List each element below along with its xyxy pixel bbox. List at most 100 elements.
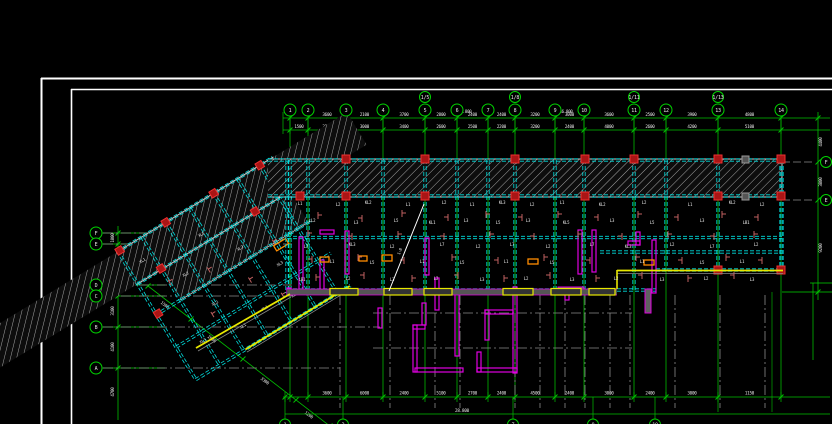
svg-text:6000: 6000 [360,391,370,396]
svg-text:L3: L3 [750,277,755,282]
svg-text:2100: 2100 [360,112,370,117]
svg-text:L5: L5 [496,220,501,225]
svg-text:L1: L1 [688,202,693,207]
svg-text:8: 8 [514,108,517,114]
svg-text:4: 4 [382,108,385,114]
svg-text:1/11: 1/11 [628,95,639,101]
svg-text:L3: L3 [700,218,705,223]
svg-text:L1: L1 [420,259,425,264]
svg-text:KL5: KL5 [563,220,570,225]
svg-text:1/13: 1/13 [712,95,723,101]
svg-text:7: 7 [487,108,490,114]
svg-text:2: 2 [307,108,310,114]
axis-bubble: 8 [508,103,522,117]
svg-text:L3: L3 [480,277,485,282]
svg-text:XL3: XL3 [276,259,285,267]
svg-text:KL2: KL2 [729,200,736,205]
svg-text:L3: L3 [526,218,531,223]
axis-bubble: 3 [337,418,349,424]
svg-text:9200: 9200 [818,243,823,253]
walls [286,229,657,374]
svg-text:L2: L2 [670,242,675,247]
svg-text:L3: L3 [570,277,575,282]
svg-text:L7: L7 [590,242,595,247]
svg-text:2400: 2400 [399,391,409,396]
svg-text:L2: L2 [642,200,647,205]
svg-text:L1: L1 [298,201,303,206]
cad-model-space[interactable]: 4100310041004700100015002600330012001500… [0,0,832,424]
svg-text:KL1: KL1 [429,220,436,225]
svg-text:2800: 2800 [436,112,446,117]
svg-text:1:8: 1:8 [396,247,403,256]
svg-text:3000: 3000 [604,391,614,396]
axis-bubble: 12 [659,103,673,117]
svg-text:L1: L1 [470,202,475,207]
svg-text:C: C [95,294,98,300]
axis-bubble: 1 [283,103,297,117]
svg-text:L3: L3 [464,218,469,223]
svg-text:F: F [95,231,98,237]
axis-bubble: 1 [279,418,291,424]
svg-text:5: 5 [424,108,427,114]
axis-bubble: 4 [376,103,390,117]
svg-text:L5: L5 [550,260,555,265]
svg-text:13: 13 [715,108,721,114]
svg-text:3100: 3100 [110,306,115,316]
svg-text:KL2: KL2 [365,200,372,205]
svg-text:1500: 1500 [294,124,304,129]
svg-text:4500: 4500 [530,391,540,396]
svg-text:L3: L3 [354,220,359,225]
svg-text:B: B [95,325,98,331]
svg-text:2500: 2500 [468,124,478,129]
svg-text:D: D [95,283,98,289]
svg-text:L1: L1 [406,202,411,207]
svg-text:1/8: 1/8 [511,95,520,101]
axis-bubble: 10 [649,418,661,424]
svg-text:L2: L2 [754,242,759,247]
svg-text:L7: L7 [710,244,715,249]
svg-text:L5: L5 [650,220,655,225]
axis-bubble: E [89,237,103,251]
axis-bubble: 1/5 [419,91,431,103]
svg-text:2400: 2400 [497,112,507,117]
svg-text:3200: 3200 [530,124,540,129]
svg-text:4200: 4200 [687,124,697,129]
axis-bubble: 14 [774,103,788,117]
axis-bubble: 7 [507,418,519,424]
axis-bubble: F [820,156,832,168]
svg-text:2600: 2600 [436,124,446,129]
svg-text:3600: 3600 [322,391,332,396]
svg-text:4700: 4700 [110,387,115,397]
svg-text:9: 9 [554,108,557,114]
svg-text:11: 11 [631,108,637,114]
svg-text:L2: L2 [442,200,447,205]
svg-text:LB1: LB1 [299,277,306,282]
right-axes: 4400 3800 9200 [782,112,832,360]
svg-text:L2: L2 [760,202,765,207]
svg-text:3000: 3000 [687,391,697,396]
svg-text:L2: L2 [546,244,551,249]
svg-text:3800: 3800 [818,177,823,187]
svg-text:L7: L7 [440,242,445,247]
axis-bubble: 1/8 [509,91,521,103]
svg-text:L2: L2 [530,202,535,207]
svg-text:E: E [95,242,98,248]
svg-text:4100: 4100 [110,342,115,352]
svg-text:3600: 3600 [604,112,614,117]
svg-text:2600: 2600 [645,124,655,129]
svg-text:3: 3 [345,108,348,114]
svg-text:3600: 3600 [322,112,332,117]
svg-text:3900: 3900 [687,112,697,117]
svg-text:L5: L5 [460,260,465,265]
svg-text:1150: 1150 [745,391,755,396]
svg-text:L1: L1 [640,259,645,264]
svg-text:L1: L1 [330,259,335,264]
svg-text:L2: L2 [390,244,395,249]
svg-text:F: F [825,160,828,166]
svg-text:L2: L2 [524,276,529,281]
svg-text:L2: L2 [476,244,481,249]
structural-floor-plan-drawing[interactable]: 4100310041004700100015002600330012001500… [0,0,832,424]
axis-bubble: C [89,289,103,303]
svg-text:L2: L2 [346,276,351,281]
svg-text:L2: L2 [434,276,439,281]
